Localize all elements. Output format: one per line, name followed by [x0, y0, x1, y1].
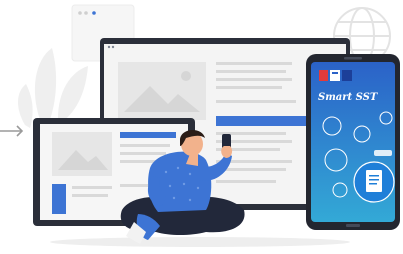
app-name-label: Smart SST: [318, 92, 378, 103]
arrow-right-icon: [0, 125, 24, 137]
illustration-scene: [0, 0, 403, 249]
app-logos: [319, 70, 352, 81]
smartphone-device: [306, 54, 400, 230]
document-icon: [353, 161, 395, 203]
badge-label: [374, 150, 392, 156]
scene-svg: [0, 4, 400, 247]
floor-shadow: [50, 237, 350, 247]
